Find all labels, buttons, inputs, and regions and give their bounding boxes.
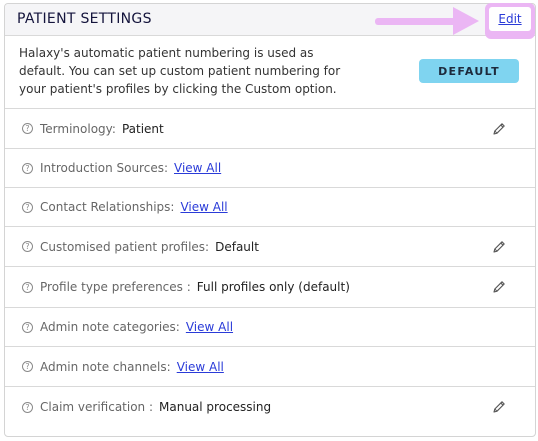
settings-row: ? Terminology: Patient [5, 109, 535, 149]
annotation-arrow [375, 18, 459, 25]
setting-value: Manual processing [159, 400, 272, 414]
settings-row: ? Admin note channels: View All [5, 347, 535, 387]
question-circle-icon[interactable]: ? [22, 321, 33, 333]
settings-row: ? Introduction Sources: View All [5, 149, 535, 188]
settings-row: ? Customised patient profiles: Default [5, 227, 535, 267]
settings-list: ? Terminology: Patient? Introduction Source… [5, 109, 535, 427]
setting-label: Admin note categories: [40, 320, 180, 334]
view-all-link[interactable]: View All [186, 320, 233, 334]
panel-header: PATIENT SETTINGS Edit [5, 3, 535, 39]
pencil-icon[interactable] [491, 239, 507, 255]
pencil-icon[interactable] [491, 279, 507, 295]
setting-label: Customised patient profiles: [40, 239, 210, 254]
question-circle-icon[interactable]: ? [22, 162, 33, 174]
settings-row: ? Admin note categories: View All [5, 308, 535, 347]
question-circle-icon[interactable]: ? [22, 123, 33, 134]
pencil-icon[interactable] [491, 399, 507, 415]
setting-value: Default [215, 239, 259, 254]
edit-highlight: Edit [485, 3, 535, 39]
default-button[interactable]: DEFAULT [419, 59, 519, 83]
setting-value: Patient [121, 121, 164, 136]
question-circle-icon[interactable]: ? [22, 241, 33, 252]
setting-label: Contact Relationships: [40, 200, 175, 214]
question-circle-icon[interactable]: ? [22, 401, 33, 413]
intro-section: Halaxy's automatic patient numbering is … [5, 36, 535, 109]
intro-description: Halaxy's automatic patient numbering is … [19, 46, 341, 96]
edit-box: Edit [489, 7, 531, 31]
pencil-icon[interactable] [491, 121, 507, 137]
question-circle-icon[interactable]: ? [22, 281, 33, 293]
question-circle-icon[interactable]: ? [22, 201, 33, 213]
setting-label: Claim verification : [40, 400, 154, 414]
edit-link[interactable]: Edit [498, 12, 521, 26]
view-all-link[interactable]: View All [180, 200, 227, 214]
patient-settings-panel: PATIENT SETTINGS Edit Halaxy's automatic… [4, 3, 536, 437]
setting-value: Full profiles only (default) [196, 280, 350, 294]
settings-row: ? Claim verification : Manual processing [5, 387, 535, 427]
panel-title: PATIENT SETTINGS [17, 11, 152, 27]
setting-label: Terminology: [40, 121, 116, 136]
setting-label: Profile type preferences : [40, 280, 191, 294]
settings-row: ? Contact Relationships: View All [5, 188, 535, 227]
question-circle-icon[interactable]: ? [22, 361, 33, 372]
setting-label: Admin note channels: [40, 359, 171, 374]
setting-label: Introduction Sources: [40, 161, 168, 175]
view-all-link[interactable]: View All [174, 161, 221, 175]
view-all-link[interactable]: View All [177, 360, 224, 374]
annotation-arrow-head [453, 7, 479, 35]
settings-row: ? Profile type preferences : Full profiles… [5, 267, 535, 308]
